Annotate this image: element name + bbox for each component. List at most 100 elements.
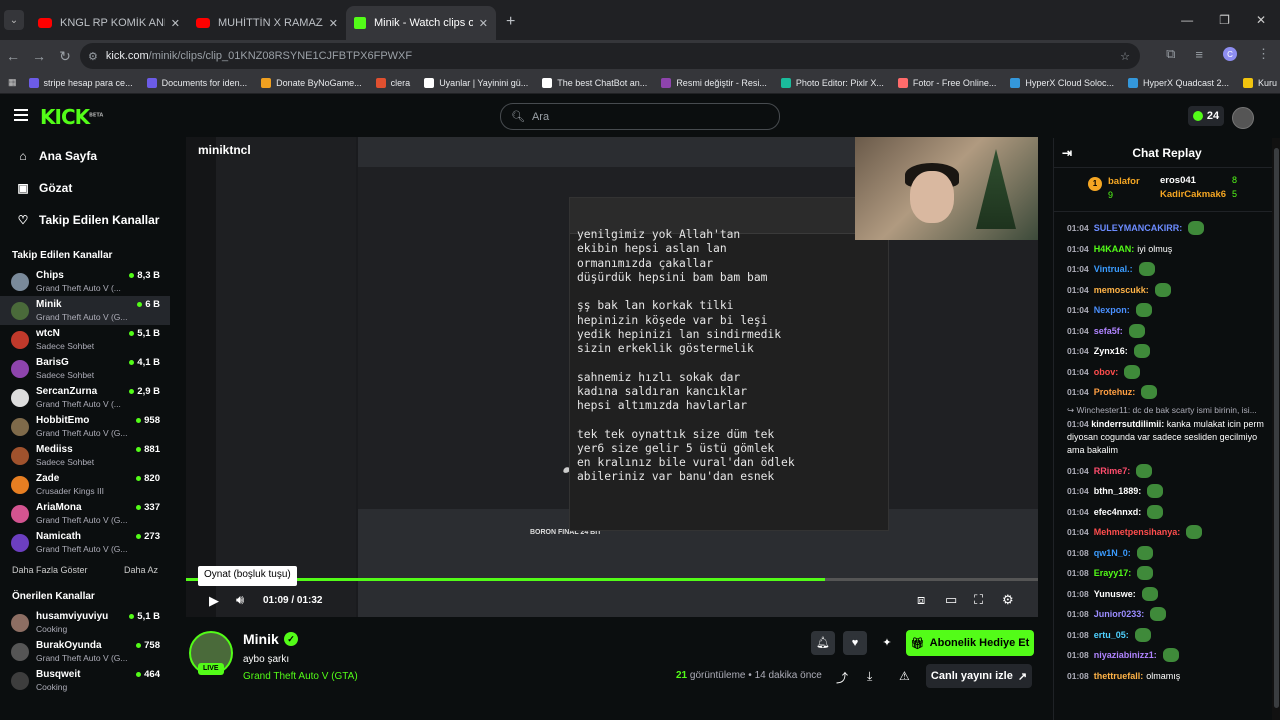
show-more-button[interactable]: Daha Fazla Göster [12,565,88,575]
sidebar-channel-mediiss[interactable]: Mediiss Sadece Sohbet 881 [0,441,170,470]
download-icon[interactable]: ⤓ [867,669,872,684]
tab-search-button[interactable]: ⌄ [4,10,24,30]
streamer-name[interactable]: Minik [243,631,279,647]
sparkle-button[interactable]: ✦ [875,631,899,655]
close-tab-icon[interactable]: ✕ [171,17,180,30]
report-icon[interactable]: ⚠ [899,669,910,683]
sidebar-channel-husamviyuviyu[interactable]: husamviyuviyu Cooking 5,1 B [0,608,170,637]
bookmark-item[interactable]: HyperX Cloud Soloc... [1010,77,1114,88]
show-less-button[interactable]: Daha Az [124,565,158,575]
sidebar-channel-hobbitemo[interactable]: HobbitEmo Grand Theft Auto V (G... 958 [0,412,170,441]
watch-live-button[interactable]: Canlı yayını izle ↗ [926,664,1032,688]
sidebar-channel-burakoyunda[interactable]: BurakOyunda Grand Theft Auto V (G... 758 [0,637,170,666]
browser-tab-3[interactable]: Minik - Watch clips on Kick ✕ [346,6,496,40]
pip-icon[interactable]: ⧈ [917,592,925,608]
close-window-icon[interactable]: ✕ [1256,13,1266,27]
sidebar-channel-wtcn[interactable]: wtcN Sadece Sohbet 5,1 B [0,325,170,354]
address-bar[interactable]: ⚙ kick.com/minik/clips/clip_01KNZ08RSYNE… [80,43,1140,69]
sidebar-channel-namicath[interactable]: Namicath Grand Theft Auto V (G... 273 [0,528,170,557]
fullscreen-icon[interactable]: ⛶ [974,592,983,608]
video-player[interactable]: miniktncl ♫ BORON FINAL 24 BIT yenilgimi… [186,137,1038,617]
chat-username[interactable]: Junior0233: [1094,609,1145,619]
bookmark-item[interactable]: Uyanlar | Yayinini gü... [424,77,528,88]
collapse-chat-icon[interactable]: ⇥ [1062,146,1072,160]
gifter-name[interactable]: balafor [1108,176,1140,187]
chat-username[interactable]: bthn_1889: [1094,486,1142,496]
chat-username[interactable]: efec4nnxd: [1094,507,1142,517]
kick-logo[interactable]: KICKBETA [40,105,103,129]
chat-username[interactable]: H4KAAN: [1094,244,1135,254]
bookmark-item[interactable]: Resmi değiştir - Resi... [661,77,767,88]
reload-icon[interactable]: ↻ [52,48,78,65]
chat-username[interactable]: thettruefall: [1094,671,1144,681]
notification-bell-button[interactable]: 🔔︎ [811,631,835,655]
more-menu-icon[interactable]: ⋮ [1257,46,1270,62]
settings-icon[interactable]: ⚙ [1002,592,1014,608]
chat-username[interactable]: Vintrual.: [1094,264,1133,274]
media-icon[interactable]: ≡ [1195,47,1203,62]
sidebar-channel-chips[interactable]: Chips Grand Theft Auto V (... 8,3 B [0,267,170,296]
browser-tab-2[interactable]: MUHİTTİN X RAMAZAN X CEM ✕ [188,6,346,40]
hamburger-menu-icon[interactable] [14,109,28,121]
bookmark-item[interactable]: stripe hesap para ce... [28,77,133,88]
follow-button[interactable]: ♥ [843,631,867,655]
sidebar-channel-minik[interactable]: Minik Grand Theft Auto V (G... 6 B [0,296,170,325]
play-icon[interactable]: ▶ [209,593,219,609]
chat-username[interactable]: obov: [1094,367,1119,377]
forward-icon[interactable]: → [26,48,52,64]
bookmark-item[interactable]: The best ChatBot an... [542,77,647,88]
bookmark-item[interactable]: HyperX Quadcast 2... [1127,77,1229,88]
close-tab-icon[interactable]: ✕ [329,17,338,30]
bookmark-item[interactable]: Kuru Kafa Emojis |... [1243,77,1280,88]
bookmark-item[interactable]: Fotor - Free Online... [897,77,996,88]
extension-icon[interactable]: ⧉ [1166,46,1175,62]
volume-icon[interactable]: 🔊︎ [236,592,244,608]
bookmark-item[interactable]: Donate ByNoGame... [261,77,362,88]
site-info-icon[interactable]: ⚙ [88,50,98,63]
nav-following[interactable]: ♡ Takip Edilen Kanallar [0,204,170,236]
back-icon[interactable]: ← [0,48,26,64]
video-progress-bar[interactable] [186,578,1038,581]
chat-username[interactable]: Yunuswe: [1094,589,1136,599]
bookmark-item[interactable]: Documents for iden... [146,77,247,88]
sidebar-channel-sercanzurna[interactable]: SercanZurna Grand Theft Auto V (... 2,9 B [0,383,170,412]
gifter-name[interactable]: eros041 [1160,175,1196,186]
bookmark-star-icon[interactable]: ☆ [1120,50,1130,63]
bookmark-item[interactable]: clera [375,77,410,88]
browser-tab-1[interactable]: KNGL RP KOMİK ANLAR #13 - V ✕ [30,6,188,40]
nav-home[interactable]: ⌂ Ana Sayfa [0,140,170,172]
chat-username[interactable]: RRime7: [1094,466,1131,476]
minimize-icon[interactable]: — [1181,13,1193,27]
nav-browse[interactable]: ▣ Gözat [0,172,170,204]
chat-username[interactable]: Erayy17: [1094,568,1132,578]
restore-icon[interactable]: ❐ [1219,13,1230,27]
new-tab-button[interactable]: + [506,13,515,31]
user-avatar[interactable] [1232,107,1254,129]
apps-icon[interactable]: ▦ [8,77,17,88]
search-input[interactable]: 🔍︎ Ara [500,103,780,130]
sidebar-channel-busqweit[interactable]: Busqweit Cooking 464 [0,666,170,695]
chat-username[interactable]: Zynx16: [1094,346,1128,356]
chat-username[interactable]: ertu_05: [1094,630,1129,640]
sidebar-channel-barisg[interactable]: BarisG Sadece Sohbet 4,1 B [0,354,170,383]
bookmark-item[interactable]: Photo Editor: Pixlr X... [780,77,884,88]
chat-username[interactable]: Nexpon: [1094,305,1130,315]
gifter-name[interactable]: KadirCakmak6 [1160,189,1226,200]
chat-username[interactable]: niyaziabinizz1: [1094,650,1157,660]
sidebar-channel-ariamona[interactable]: AriaMona Grand Theft Auto V (G... 337 [0,499,170,528]
share-icon[interactable]: ⤴ [836,669,848,686]
chat-username[interactable]: memoscukk: [1094,285,1149,295]
chat-username[interactable]: Protehuz: [1094,387,1136,397]
kicks-balance-button[interactable]: 24 [1188,106,1224,126]
close-tab-icon[interactable]: ✕ [479,17,488,30]
chat-username[interactable]: qw1N_0: [1094,548,1131,558]
chat-username[interactable]: sefa5f: [1094,326,1123,336]
category-link[interactable]: Grand Theft Auto V (GTA) [243,671,358,682]
profile-avatar[interactable]: C [1223,47,1237,61]
chat-username[interactable]: Mehmetpensihanya: [1094,527,1181,537]
gift-subscription-button[interactable]: 🎁︎ Abonelik Hediye Et [906,630,1034,656]
sidebar-channel-zade[interactable]: Zade Crusader Kings III 820 [0,470,170,499]
page-scrollbar[interactable] [1272,138,1280,720]
theater-icon[interactable]: ▭ [945,592,957,608]
chat-username[interactable]: SULEYMANCAKIRR: [1094,223,1183,233]
